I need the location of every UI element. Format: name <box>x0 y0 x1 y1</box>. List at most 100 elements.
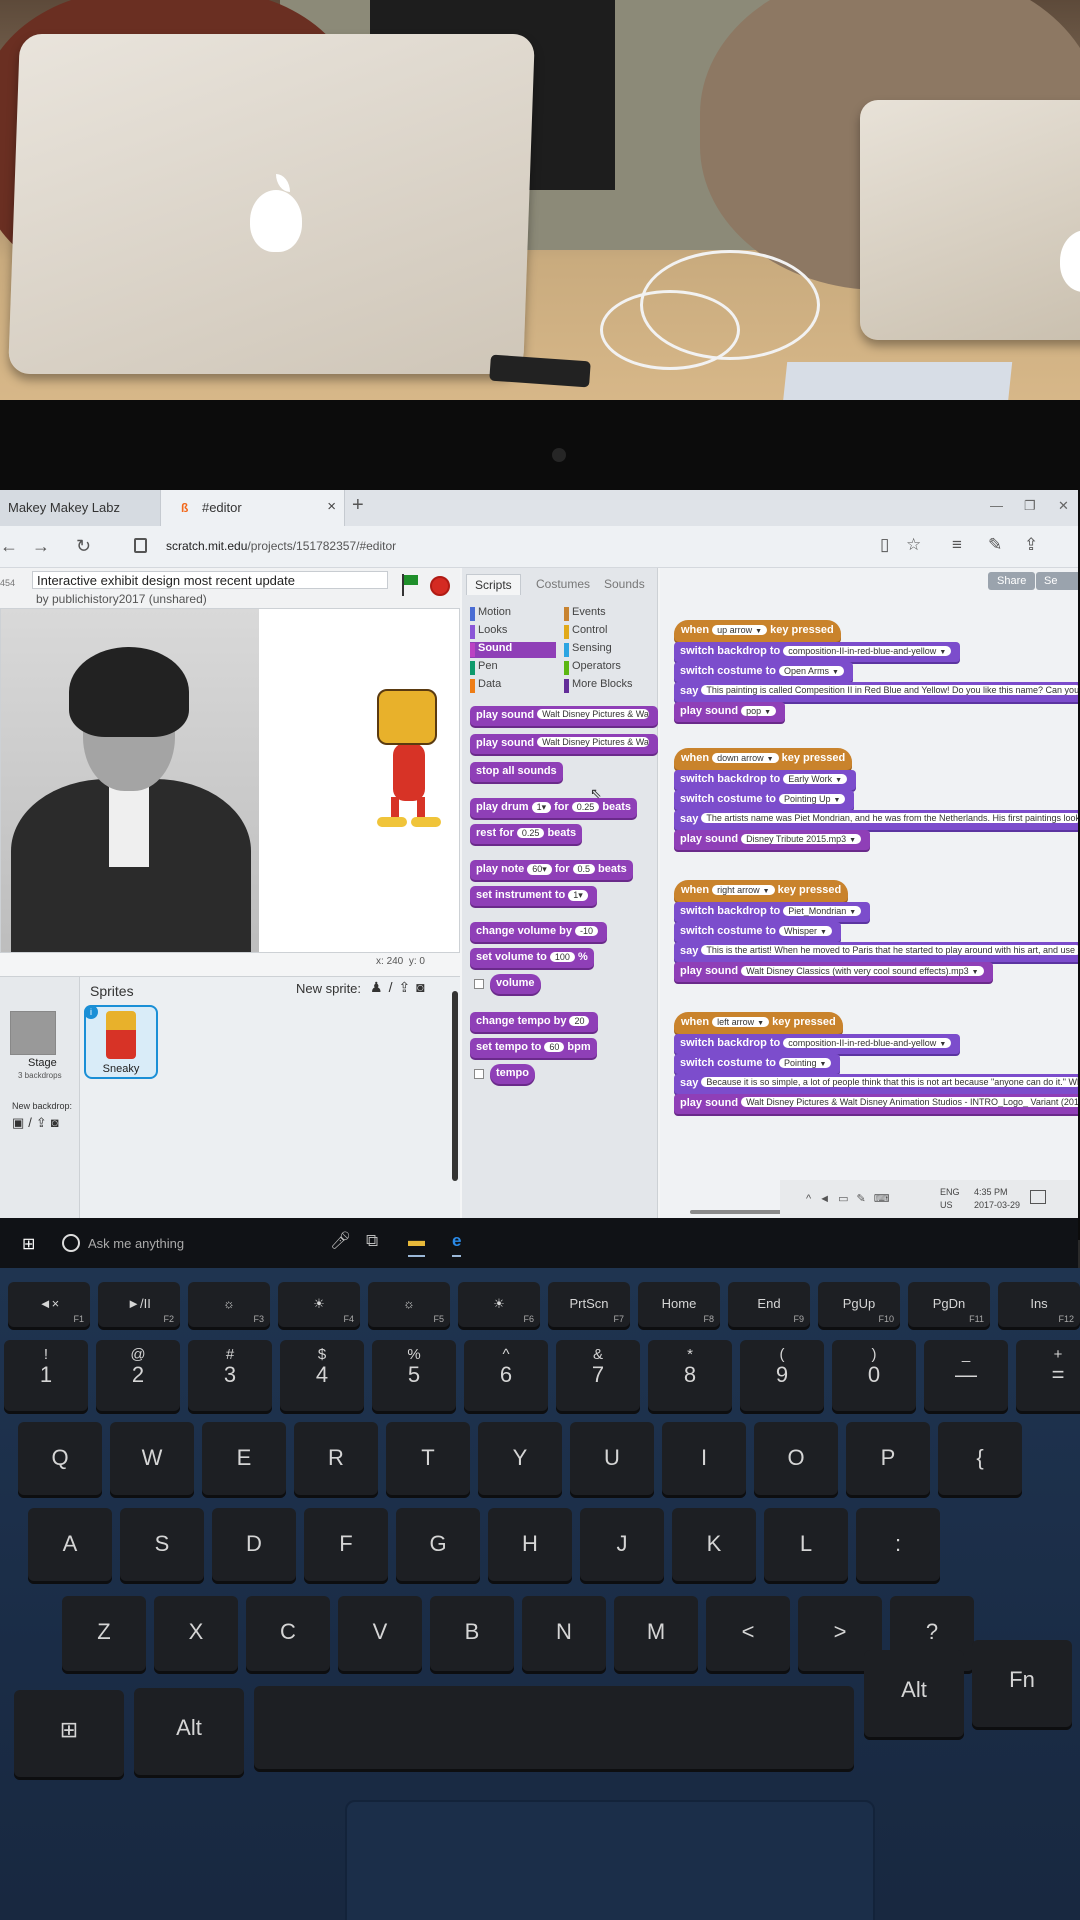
category-events[interactable]: Events <box>564 606 606 622</box>
sound-dropdown[interactable]: Walt Disney Classics (with very cool sou… <box>741 966 984 976</box>
block-set-tempo[interactable]: set tempo to 60 bpm <box>470 1038 597 1058</box>
key-f12[interactable]: Ins F12 <box>998 1282 1080 1330</box>
taskbar-search-input[interactable]: Ask me anything <box>88 1236 184 1251</box>
block-switch-costume[interactable]: switch costume to Open Arms ▼ <box>674 662 853 682</box>
windows-start-icon[interactable]: ⊞ <box>22 1234 35 1254</box>
sneaky-sprite-image[interactable] <box>369 689 451 829</box>
new-tab-button[interactable]: + <box>352 494 364 517</box>
block-switch-costume[interactable]: switch costume to Whisper ▼ <box>674 922 841 942</box>
file-explorer-icon[interactable]: ▬ <box>408 1231 425 1257</box>
key-<[interactable]: < <box>706 1596 790 1674</box>
minimize-icon[interactable]: — <box>990 498 1003 513</box>
upload-icon[interactable]: ⇪ <box>36 1115 51 1130</box>
block-tempo-reporter[interactable]: tempo <box>490 1064 535 1084</box>
stop-icon[interactable] <box>430 576 450 596</box>
sound-dropdown[interactable]: Walt Disney Pictures & Walt Disney Anima… <box>741 1097 1078 1107</box>
share-button[interactable]: Share <box>988 572 1036 590</box>
notifications-icon[interactable] <box>1030 1190 1046 1204</box>
costume-dropdown[interactable]: Pointing ▼ <box>778 1058 832 1068</box>
category-operators[interactable]: Operators <box>564 660 621 676</box>
cortana-icon[interactable] <box>62 1234 80 1252</box>
key-t[interactable]: T <box>386 1422 470 1498</box>
key-11[interactable]: _ — <box>924 1340 1008 1414</box>
maximize-icon[interactable]: ❐ <box>1024 498 1036 514</box>
tab-costumes[interactable]: Costumes <box>528 574 598 594</box>
costume-dropdown[interactable]: Pointing Up ▼ <box>778 794 846 804</box>
key-m[interactable]: M <box>614 1596 698 1674</box>
block-play-drum[interactable]: play drum 1▾ for 0.25 beats <box>470 798 638 818</box>
category-looks[interactable]: Looks <box>470 624 507 640</box>
key-12[interactable]: + = <box>1016 1340 1080 1414</box>
green-flag-icon[interactable] <box>400 574 420 596</box>
category-control[interactable]: Control <box>564 624 607 640</box>
block-arg[interactable]: 20 <box>569 1016 590 1026</box>
task-view-icon[interactable]: ⧉ <box>366 1231 378 1251</box>
volume-icon[interactable]: ◄ <box>819 1193 838 1205</box>
block-arg[interactable]: 100 <box>549 952 575 962</box>
pen-icon[interactable]: ✎ <box>856 1193 873 1205</box>
block-play-sound[interactable]: play sound Walt Disney Pictures & Walt Di… <box>674 1094 1078 1114</box>
block-volume-reporter[interactable]: volume <box>490 974 541 994</box>
info-icon[interactable]: i <box>84 1005 98 1019</box>
brush-icon[interactable]: / <box>28 1115 36 1130</box>
key-f[interactable]: F <box>304 1508 388 1584</box>
block-arg[interactable]: 60 <box>544 1042 565 1052</box>
key-6[interactable]: ^ 6 <box>464 1340 548 1414</box>
say-text-input[interactable]: This painting is called Compesition II i… <box>701 685 1078 695</box>
reading-view-icon[interactable]: ▯ <box>880 535 889 555</box>
hat-when-key-pressed[interactable]: when left arrow ▼ key pressed <box>674 1012 843 1034</box>
back-icon[interactable]: ← <box>0 536 18 557</box>
project-title-input[interactable]: Interactive exhibit design most recent u… <box>32 571 388 589</box>
share-icon[interactable]: ⇪ <box>1024 535 1038 555</box>
microphone-icon[interactable]: 🎤︎ <box>330 1231 352 1251</box>
key-7[interactable]: & 7 <box>556 1340 640 1414</box>
block-arg[interactable]: 60▾ <box>527 864 552 875</box>
tab-makey-makey[interactable]: Makey Makey Labz <box>0 490 160 526</box>
key-f2[interactable]: ►/II F2 <box>98 1282 180 1330</box>
key-10[interactable]: ) 0 <box>832 1340 916 1414</box>
category-sensing[interactable]: Sensing <box>564 642 612 658</box>
tab-scripts[interactable]: Scripts <box>466 574 521 595</box>
block-set-volume[interactable]: set volume to 100% <box>470 948 594 968</box>
costume-dropdown[interactable]: Whisper ▼ <box>778 926 832 936</box>
clock[interactable]: 4:35 PM 2017-03-29 <box>974 1186 1020 1212</box>
sound-dropdown[interactable]: Disney Tribute 2015.mp3 ▼ <box>741 834 862 844</box>
block-say[interactable]: say This painting is called Compesition I… <box>674 682 1078 702</box>
key-u[interactable]: U <box>570 1422 654 1498</box>
backdrop-dropdown[interactable]: composition-II-in-red-blue-and-yellow ▼ <box>783 646 952 656</box>
block-play-note[interactable]: play note 60▾ for 0.5 beats <box>470 860 633 880</box>
upload-icon[interactable]: ⇪ <box>398 979 416 995</box>
category-pen[interactable]: Pen <box>470 660 498 676</box>
category-more-blocks[interactable]: More Blocks <box>564 678 633 694</box>
costume-dropdown[interactable]: Open Arms ▼ <box>778 666 844 676</box>
block-arg[interactable]: 0.25 <box>571 802 600 812</box>
block-rest-for[interactable]: rest for 0.25 beats <box>470 824 583 844</box>
category-motion[interactable]: Motion <box>470 606 511 622</box>
say-text-input[interactable]: Because it is so simple, a lot of people… <box>701 1077 1078 1087</box>
say-text-input[interactable]: This is the artist! When he moved to Par… <box>701 945 1078 955</box>
key-dropdown[interactable]: down arrow ▼ <box>712 753 779 763</box>
sprite-library-icon[interactable]: ♟ <box>370 979 389 995</box>
sound-dropdown[interactable]: pop ▼ <box>741 706 777 716</box>
key-l[interactable]: L <box>764 1508 848 1584</box>
hat-when-key-pressed[interactable]: when down arrow ▼ key pressed <box>674 748 853 770</box>
key-{[interactable]: { <box>938 1422 1022 1498</box>
block-switch-backdrop[interactable]: switch backdrop to composition-II-in-red-… <box>674 1034 961 1054</box>
key-2[interactable]: @2 <box>96 1340 180 1414</box>
forward-icon[interactable]: → <box>32 536 50 557</box>
block-say[interactable]: say Because it is so simple, a lot of peo… <box>674 1074 1078 1094</box>
block-switch-costume[interactable]: switch costume to Pointing Up ▼ <box>674 790 855 810</box>
chevron-up-icon[interactable]: ^ <box>806 1193 819 1205</box>
key-f8[interactable]: Home F8 <box>638 1282 720 1330</box>
block-arg[interactable]: 0.25 <box>516 828 545 838</box>
hub-icon[interactable]: ≡ <box>952 535 962 555</box>
hat-when-key-pressed[interactable]: when up arrow ▼ key pressed <box>674 620 841 642</box>
backdrop-dropdown[interactable]: Early Work ▼ <box>783 774 848 784</box>
web-note-icon[interactable]: ✎ <box>988 535 1002 555</box>
say-text-input[interactable]: The artists name was Piet Mondrian, and … <box>701 813 1078 823</box>
block-change-volume[interactable]: change volume by -10 <box>470 922 607 942</box>
key-f11[interactable]: PgDn F11 <box>908 1282 990 1330</box>
hat-when-key-pressed[interactable]: when right arrow ▼ key pressed <box>674 880 849 902</box>
block-switch-backdrop[interactable]: switch backdrop to Early Work ▼ <box>674 770 857 790</box>
key-4[interactable]: $4 <box>280 1340 364 1414</box>
